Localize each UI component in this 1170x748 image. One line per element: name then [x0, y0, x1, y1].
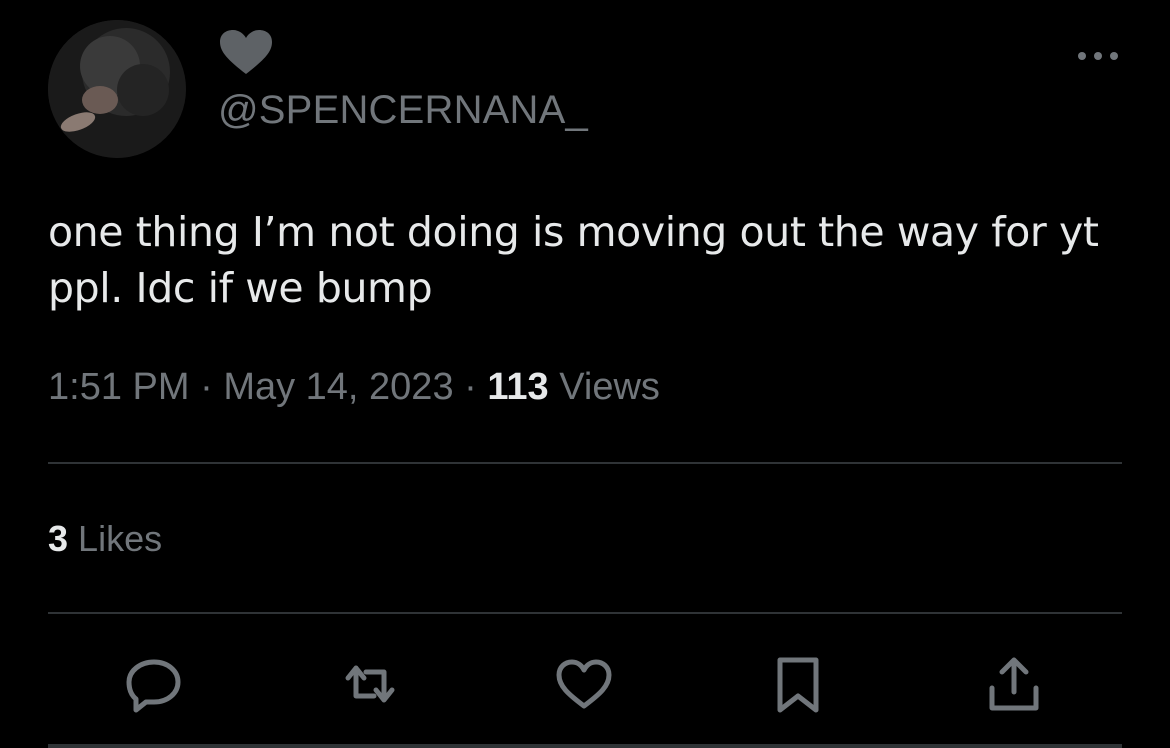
divider [48, 612, 1122, 614]
tweet-time[interactable]: 1:51 PM [48, 366, 190, 408]
views-count: 113 [487, 366, 549, 408]
divider [48, 462, 1122, 464]
profile-photo [48, 20, 186, 158]
share-icon[interactable] [984, 654, 1044, 714]
meta-separator: · [464, 366, 477, 408]
likes-summary[interactable]: 3 Likes [48, 518, 162, 560]
more-options-icon[interactable] [1074, 44, 1122, 68]
tweet-date[interactable]: May 14, 2023 [223, 366, 453, 408]
meta-separator: · [200, 366, 213, 408]
tweet-meta: 1:51 PM · May 14, 2023 · 113 Views [48, 366, 660, 409]
avatar[interactable] [48, 20, 186, 158]
bookmark-icon[interactable] [768, 654, 828, 714]
bottom-divider [48, 744, 1122, 748]
action-bar [0, 648, 1170, 728]
retweet-icon[interactable] [340, 654, 400, 714]
likes-count: 3 [48, 518, 69, 559]
views-label: Views [559, 366, 660, 408]
author-handle[interactable]: @SPENCERNANA_ [218, 88, 588, 133]
likes-label: Likes [78, 518, 163, 559]
tweet-text: one thing I’m not doing is moving out th… [48, 208, 1099, 312]
like-icon[interactable] [554, 654, 614, 714]
reply-icon[interactable] [124, 654, 184, 714]
heart-icon [220, 30, 272, 74]
